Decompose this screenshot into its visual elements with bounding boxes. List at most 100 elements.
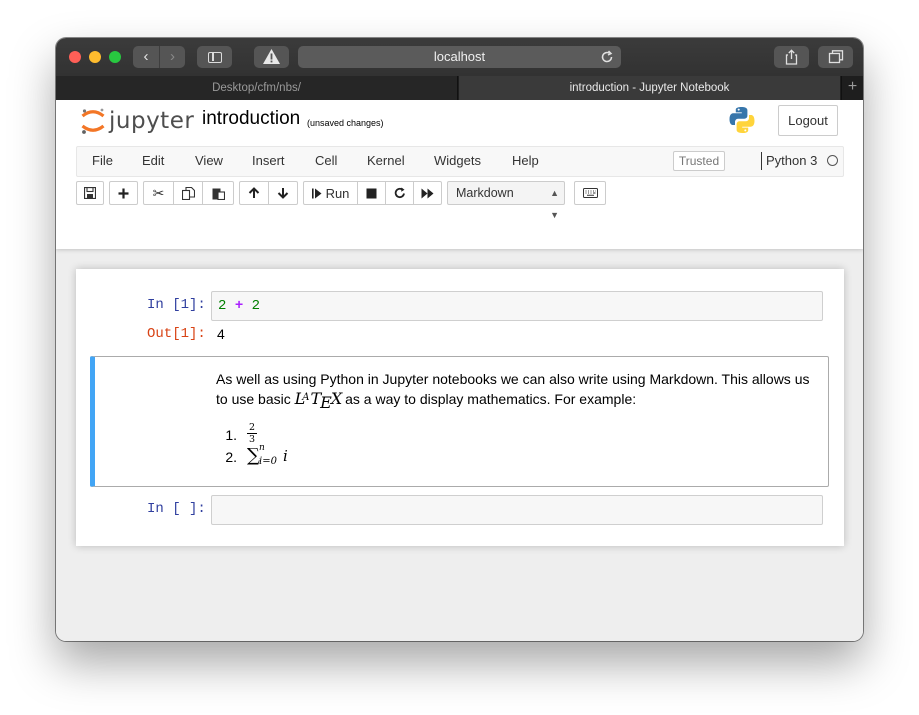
tabs-icon [828, 50, 844, 64]
list-item: 2. ∑ n i=0 i [223, 443, 423, 467]
stop-icon [366, 188, 377, 198]
notebook-title[interactable]: introduction [202, 108, 300, 130]
markdown-cell[interactable]: As well as using Python in Jupyter noteb… [90, 356, 829, 487]
sum-variable: i [283, 447, 288, 465]
chevron-right-icon: › [170, 48, 175, 65]
kernel-name[interactable]: Python 3 [761, 152, 817, 170]
warning-icon [263, 49, 280, 64]
run-label: Run [325, 185, 350, 201]
output-prompt: Out[1]: [147, 326, 206, 342]
move-down-button[interactable] [269, 182, 297, 204]
clipboard-group: ✂ [143, 181, 234, 205]
fast-forward-icon [421, 188, 434, 198]
menu-kernel[interactable]: Kernel [367, 147, 405, 176]
insert-group [109, 181, 138, 205]
sidebar-toggle-button[interactable] [197, 46, 232, 68]
insert-cell-button[interactable] [110, 182, 137, 204]
logout-button[interactable]: Logout [778, 105, 838, 136]
keyboard-icon [583, 188, 598, 198]
cell-type-select[interactable]: Markdown ▲ ▼ [447, 181, 565, 220]
sum-upper-limit: n [259, 443, 265, 453]
markdown-text-after: as a way to display mathematics. For exa… [345, 391, 637, 407]
input-prompt: In [1]: [147, 297, 206, 313]
move-group [239, 181, 298, 205]
menu-cell[interactable]: Cell [315, 147, 337, 176]
trusted-indicator[interactable]: Trusted [673, 151, 725, 171]
browser-window: ‹ › localhost Desktop/cfm/nbs/ introduct… [56, 38, 863, 641]
empty-code-cell-editor[interactable] [211, 495, 823, 525]
menu-file[interactable]: File [92, 147, 113, 176]
browser-tab-bar: Desktop/cfm/nbs/ introduction - Jupyter … [56, 76, 863, 100]
interrupt-button[interactable] [358, 182, 386, 204]
forward-button[interactable]: › [159, 46, 185, 68]
restart-button[interactable] [386, 182, 414, 204]
menu-view[interactable]: View [195, 147, 223, 176]
save-group [76, 181, 104, 205]
security-warning-button[interactable] [254, 46, 289, 68]
sum-lower-limit: i=0 [259, 456, 277, 467]
move-up-button[interactable] [240, 182, 269, 204]
copy-button[interactable] [174, 182, 203, 204]
back-button[interactable]: ‹ [133, 46, 159, 68]
code-operand-left: 2 [218, 298, 227, 314]
zoom-window-button[interactable] [109, 51, 121, 63]
reload-icon[interactable] [599, 49, 615, 65]
chevron-left-icon: ‹ [143, 48, 149, 65]
paste-button[interactable] [203, 182, 233, 204]
select-arrows-icon: ▲ ▼ [550, 188, 559, 220]
python-logo-icon [729, 107, 755, 133]
sigma-symbol: ∑ [247, 445, 260, 466]
list-number: 2. [225, 449, 237, 465]
restart-run-all-button[interactable] [414, 182, 441, 204]
markdown-paragraph: As well as using Python in Jupyter noteb… [216, 369, 816, 412]
page-content: jupyter introduction (unsaved changes) L… [56, 100, 863, 641]
address-bar[interactable]: localhost [298, 46, 621, 68]
menu-edit[interactable]: Edit [142, 147, 164, 176]
list-number: 1. [225, 427, 237, 443]
cut-button[interactable]: ✂ [144, 182, 174, 204]
jupyter-header: jupyter introduction (unsaved changes) L… [56, 100, 863, 249]
list-item: 1. 23 [223, 422, 423, 445]
run-group: Run [303, 181, 442, 205]
copy-icon [181, 186, 195, 200]
logo-wordmark: jupyter [109, 108, 195, 134]
code-text: 2 + 2 [218, 298, 260, 314]
run-icon [311, 188, 322, 198]
minimize-window-button[interactable] [89, 51, 101, 63]
markdown-list: 1. 23 2. ∑ n i=0 i [223, 422, 423, 467]
menubar: File Edit View Insert Cell Kernel Widget… [76, 146, 844, 177]
run-button[interactable]: Run [304, 182, 358, 204]
jupyter-logo[interactable]: jupyter [80, 107, 194, 135]
menu-help[interactable]: Help [512, 147, 539, 176]
cell-output: 4 [217, 326, 225, 342]
paste-icon [212, 188, 225, 200]
browser-tab-notebook[interactable]: introduction - Jupyter Notebook [459, 76, 840, 100]
cell-type-value: Markdown [456, 186, 514, 200]
cut-icon: ✂ [152, 184, 165, 201]
plus-icon: + [847, 78, 858, 95]
menu-insert[interactable]: Insert [252, 147, 285, 176]
menu-widgets[interactable]: Widgets [434, 147, 481, 176]
arrow-up-icon [248, 187, 260, 198]
latex-logo: LA TEX [294, 389, 343, 412]
code-operand-right: 2 [251, 298, 261, 314]
notebook-container: In [1]: 2 + 2 Out[1]: 4 As well as using… [76, 269, 844, 546]
fraction-numerator: 2 [247, 422, 257, 434]
sidebar-icon [208, 52, 222, 63]
notebook-toolbar: ✂ Run Markdown ▲ ▼ [76, 181, 844, 220]
browser-tab-directory[interactable]: Desktop/cfm/nbs/ [56, 76, 458, 100]
browser-titlebar: ‹ › localhost [56, 38, 863, 76]
save-button[interactable] [77, 182, 103, 204]
command-palette-button[interactable] [574, 181, 606, 205]
code-cell-editor[interactable]: 2 + 2 [211, 291, 823, 321]
close-window-button[interactable] [69, 51, 81, 63]
new-tab-button[interactable]: + [841, 76, 863, 100]
tab-overview-button[interactable] [818, 46, 853, 68]
share-button[interactable] [774, 46, 809, 68]
empty-input-prompt: In [ ]: [147, 501, 206, 517]
jupyter-logo-icon [81, 108, 105, 134]
fraction-denominator: 3 [248, 434, 256, 445]
url-text: localhost [433, 49, 486, 64]
arrow-down-icon [277, 188, 289, 199]
code-operator: + [234, 298, 244, 314]
